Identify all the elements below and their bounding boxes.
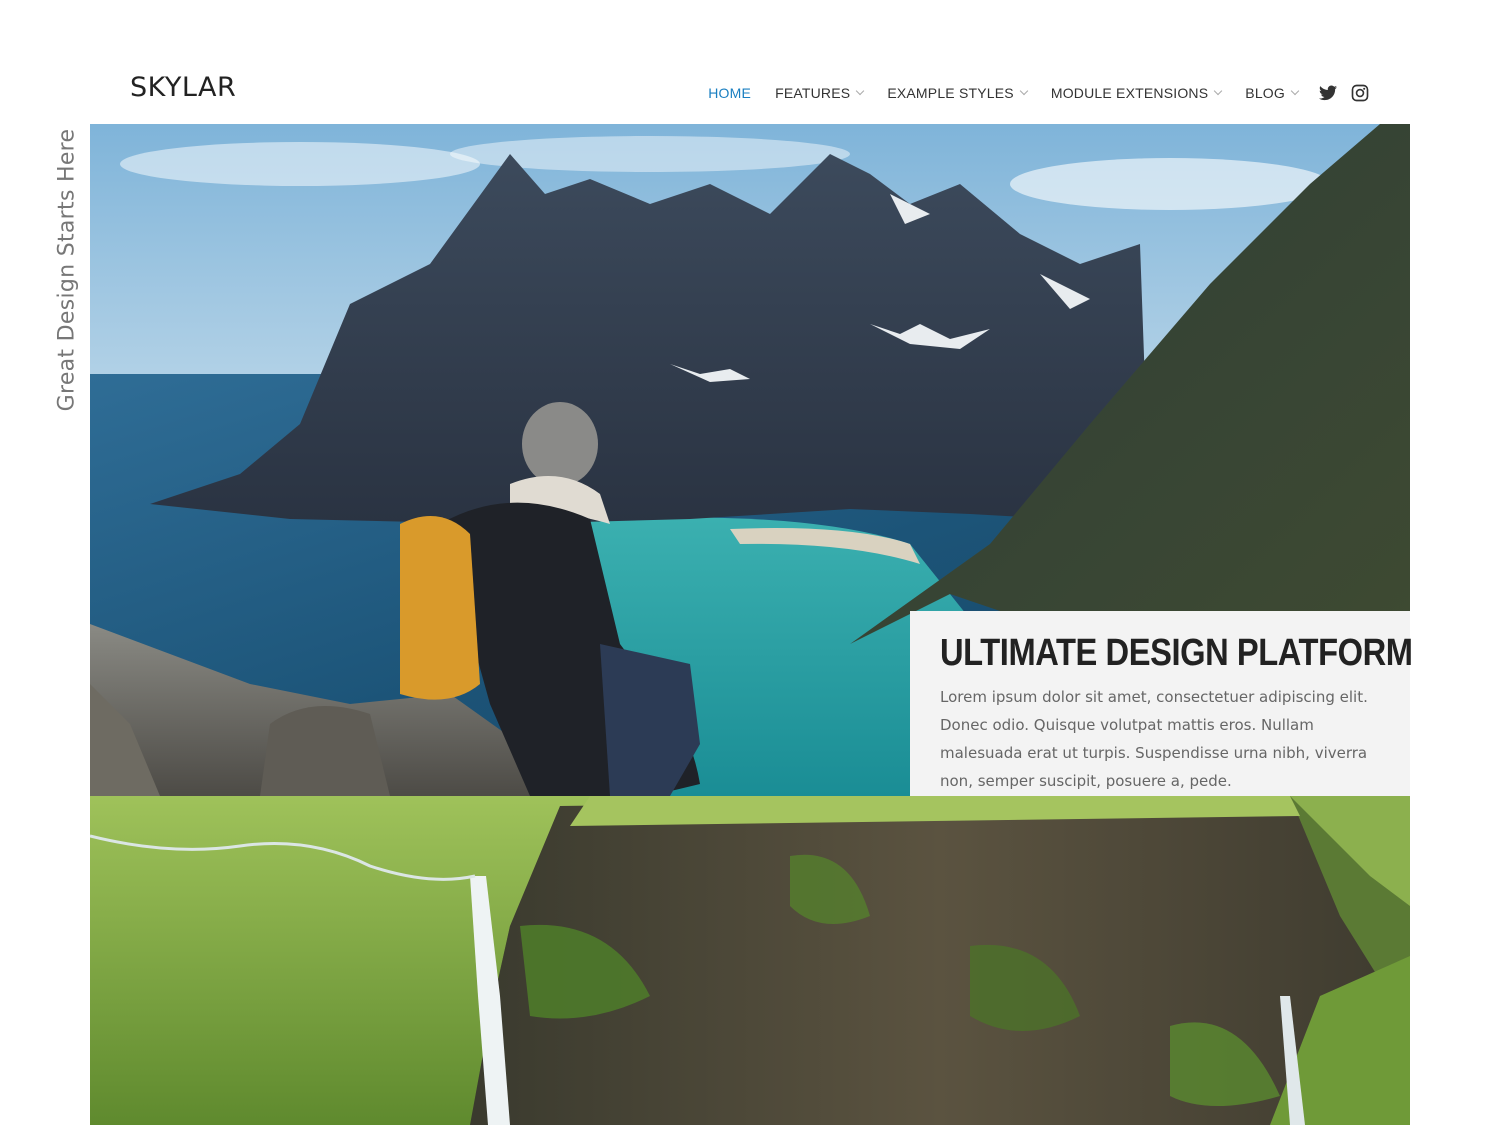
instagram-icon[interactable] [1350, 83, 1370, 103]
twitter-icon[interactable] [1318, 83, 1338, 103]
nav-item-label: Home [708, 85, 752, 101]
chevron-down-icon [1290, 86, 1300, 96]
nav-item-features[interactable]: Features [775, 85, 865, 101]
nav-item-label: Blog [1245, 85, 1285, 101]
nav-item-label: Module Extensions [1050, 85, 1209, 101]
social-links [1318, 83, 1370, 103]
feature-card: Ultimate Design Platform Lorem ipsum dol… [910, 611, 1413, 796]
nav-item-label: Example Styles [887, 85, 1014, 101]
page: SKYLAR Home Features Example Styles Modu… [0, 0, 1500, 1125]
nav-item-home[interactable]: Home [708, 85, 751, 101]
nav-item-label: Features [775, 85, 851, 101]
site-logo[interactable]: SKYLAR [130, 72, 236, 103]
chevron-down-icon [1214, 86, 1223, 96]
card-title: Ultimate Design Platform [940, 632, 1413, 674]
main-nav: Home Features Example Styles Module Exte… [708, 80, 1370, 106]
chevron-down-icon [1019, 86, 1029, 96]
card-text: Lorem ipsum dolor sit amet, consectetuer… [940, 687, 1368, 790]
nav-item-example-styles[interactable]: Example Styles [887, 85, 1029, 101]
vertical-tagline: Great Design Starts Here [54, 128, 80, 412]
chevron-down-icon [856, 86, 865, 96]
cliffs-image [90, 796, 1410, 1125]
nav-item-blog[interactable]: Blog [1245, 85, 1300, 101]
nav-item-module-extensions[interactable]: Module Extensions [1050, 85, 1223, 101]
